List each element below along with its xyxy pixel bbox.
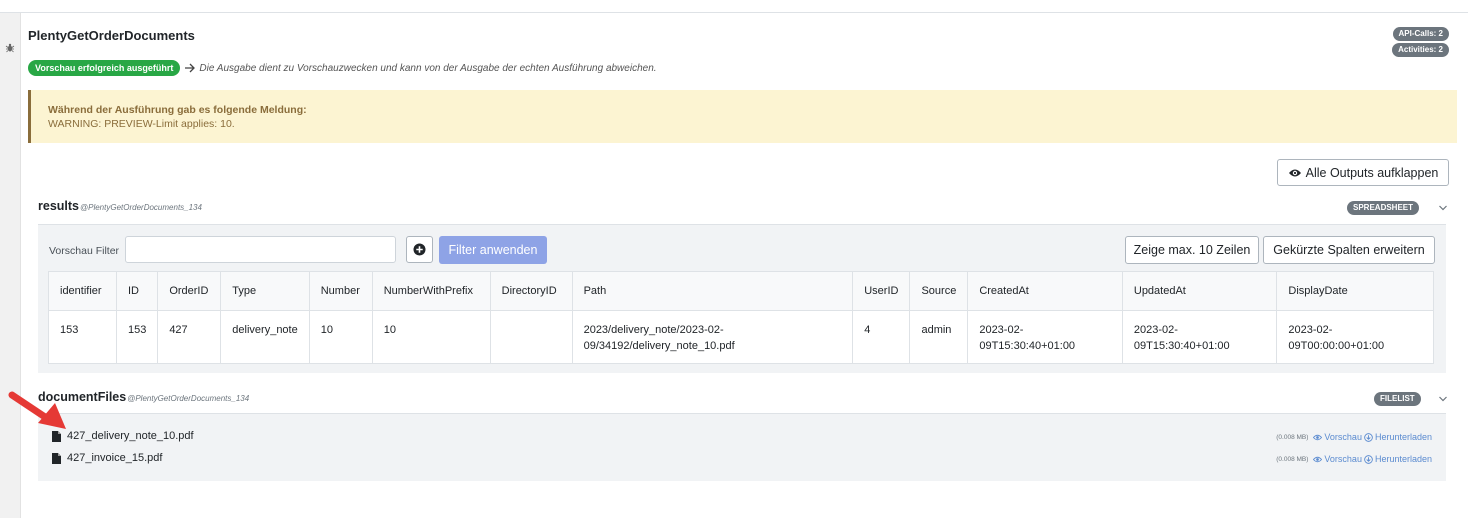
expand-columns-button[interactable]: Gekürzte Spalten erweitern <box>1263 236 1435 264</box>
file-name[interactable]: 427_delivery_note_10.pdf <box>67 430 194 442</box>
block-title: PlentyGetOrderDocuments <box>28 28 195 43</box>
file-icon <box>52 452 61 464</box>
chevron-down-icon[interactable] <box>1438 204 1448 212</box>
table-cell: 427 <box>157 310 222 364</box>
preview-filter-input[interactable] <box>125 236 396 263</box>
spreadsheet-badge: SPREADSHEET <box>1347 201 1420 215</box>
preview-link[interactable]: Vorschau <box>1313 454 1362 464</box>
files-panel: 427_delivery_note_10.pdf (0.008 MB) Vors… <box>38 413 1446 481</box>
eye-icon <box>1288 169 1301 176</box>
column-header[interactable]: ID <box>115 271 159 311</box>
column-header[interactable]: Type <box>220 271 310 311</box>
download-link[interactable]: Herunterladen <box>1364 432 1432 442</box>
table-cell: 10 <box>308 310 373 364</box>
filelist-badge: FILELIST <box>1374 392 1421 406</box>
alert-heading: Während der Ausführung gab es folgende M… <box>48 104 307 116</box>
add-filter-button[interactable] <box>406 236 433 263</box>
table-cell: admin <box>909 310 969 364</box>
block-output-panel: PlentyGetOrderDocuments API-Calls: 2 Act… <box>21 13 1468 518</box>
file-name[interactable]: 427_invoice_15.pdf <box>67 452 162 464</box>
table-cell: 153 <box>115 310 159 364</box>
table-cell: 153 <box>48 310 117 364</box>
eye-icon <box>1313 434 1323 440</box>
preview-label: Vorschau <box>1324 432 1362 442</box>
plus-circle-icon <box>413 243 426 256</box>
file-size: (0.008 MB) <box>1276 455 1309 463</box>
preview-label: Vorschau <box>1324 454 1362 464</box>
warning-alert: Während der Ausführung gab es folgende M… <box>28 90 1457 143</box>
file-size: (0.008 MB) <box>1276 433 1309 441</box>
left-gutter <box>0 13 21 518</box>
table-cell: 4 <box>852 310 911 364</box>
download-label: Herunterladen <box>1374 454 1432 464</box>
files-source: @PlentyGetOrderDocuments_134 <box>127 394 250 403</box>
table-cell <box>489 310 573 364</box>
apply-filter-button[interactable]: Filter anwenden <box>439 236 547 264</box>
preview-link[interactable]: Vorschau <box>1313 432 1362 442</box>
table-cell: 10 <box>371 310 491 364</box>
download-link[interactable]: Herunterladen <box>1364 454 1432 464</box>
table-cell: delivery_note <box>220 310 310 364</box>
max-rows-button[interactable]: Zeige max. 10 Zeilen <box>1125 236 1259 264</box>
results-panel: Vorschau Filter Filter anwenden Zeige ma… <box>38 224 1446 373</box>
column-header[interactable]: UpdatedAt <box>1121 271 1278 311</box>
status-row: Vorschau erfolgreich ausgeführt Die Ausg… <box>28 60 657 76</box>
column-header[interactable]: Source <box>909 271 969 311</box>
file-item: 427_delivery_note_10.pdf <box>52 430 194 442</box>
table-cell: 2023/delivery_note/2023-02-09/34192/deli… <box>571 310 854 364</box>
file-actions: (0.008 MB) Vorschau Herunterladen <box>1276 454 1432 464</box>
column-header[interactable]: identifier <box>48 271 117 311</box>
expand-all-label: Alle Outputs aufklappen <box>1305 165 1439 180</box>
column-header[interactable]: Path <box>571 271 854 311</box>
column-header[interactable]: UserID <box>852 271 911 311</box>
chevron-down-icon[interactable] <box>1438 395 1448 403</box>
column-header[interactable]: OrderID <box>157 271 222 311</box>
results-source: @PlentyGetOrderDocuments_134 <box>80 203 202 212</box>
column-header[interactable]: DirectoryID <box>489 271 573 311</box>
table-row: 153 153 427 delivery_note 10 10 2023/del… <box>48 310 1434 364</box>
column-header[interactable]: DisplayDate <box>1276 271 1434 311</box>
status-badge: Vorschau erfolgreich ausgeführt <box>28 60 181 76</box>
red-arrow-annotation-icon <box>8 391 66 429</box>
file-item: 427_invoice_15.pdf <box>52 452 162 464</box>
download-icon <box>1364 432 1373 442</box>
table-cell: 2023-02-09T00:00:00+01:00 <box>1276 310 1434 364</box>
arrow-right-icon <box>185 63 196 73</box>
api-calls-badge: API-Calls: 2 <box>1392 27 1449 41</box>
results-header[interactable]: results @PlentyGetOrderDocuments_134 <box>38 199 202 213</box>
table-header-row: identifier ID OrderID Type Number Number… <box>48 271 1434 311</box>
results-table: identifier ID OrderID Type Number Number… <box>48 271 1434 364</box>
column-header[interactable]: CreatedAt <box>967 271 1123 311</box>
counters: API-Calls: 2 Activities: 2 <box>1392 27 1449 57</box>
activities-badge: Activities: 2 <box>1392 43 1449 57</box>
column-header[interactable]: Number <box>308 271 373 311</box>
file-actions: (0.008 MB) Vorschau Herunterladen <box>1276 432 1432 442</box>
column-header[interactable]: NumberWithPrefix <box>371 271 491 311</box>
table-cell: 2023-02-09T15:30:40+01:00 <box>1121 310 1278 364</box>
eye-icon <box>1313 456 1323 462</box>
alert-message: WARNING: PREVIEW-Limit applies: 10. <box>48 118 235 130</box>
table-cell: 2023-02-09T15:30:40+01:00 <box>967 310 1123 364</box>
filter-label: Vorschau Filter <box>49 245 120 257</box>
expand-all-outputs-button[interactable]: Alle Outputs aufklappen <box>1277 159 1449 186</box>
status-note: Die Ausgabe dient zu Vorschauzwecken und… <box>199 62 657 74</box>
download-icon <box>1364 454 1373 464</box>
download-label: Herunterladen <box>1374 432 1432 442</box>
bug-icon <box>5 43 15 53</box>
results-title: results <box>38 199 79 213</box>
